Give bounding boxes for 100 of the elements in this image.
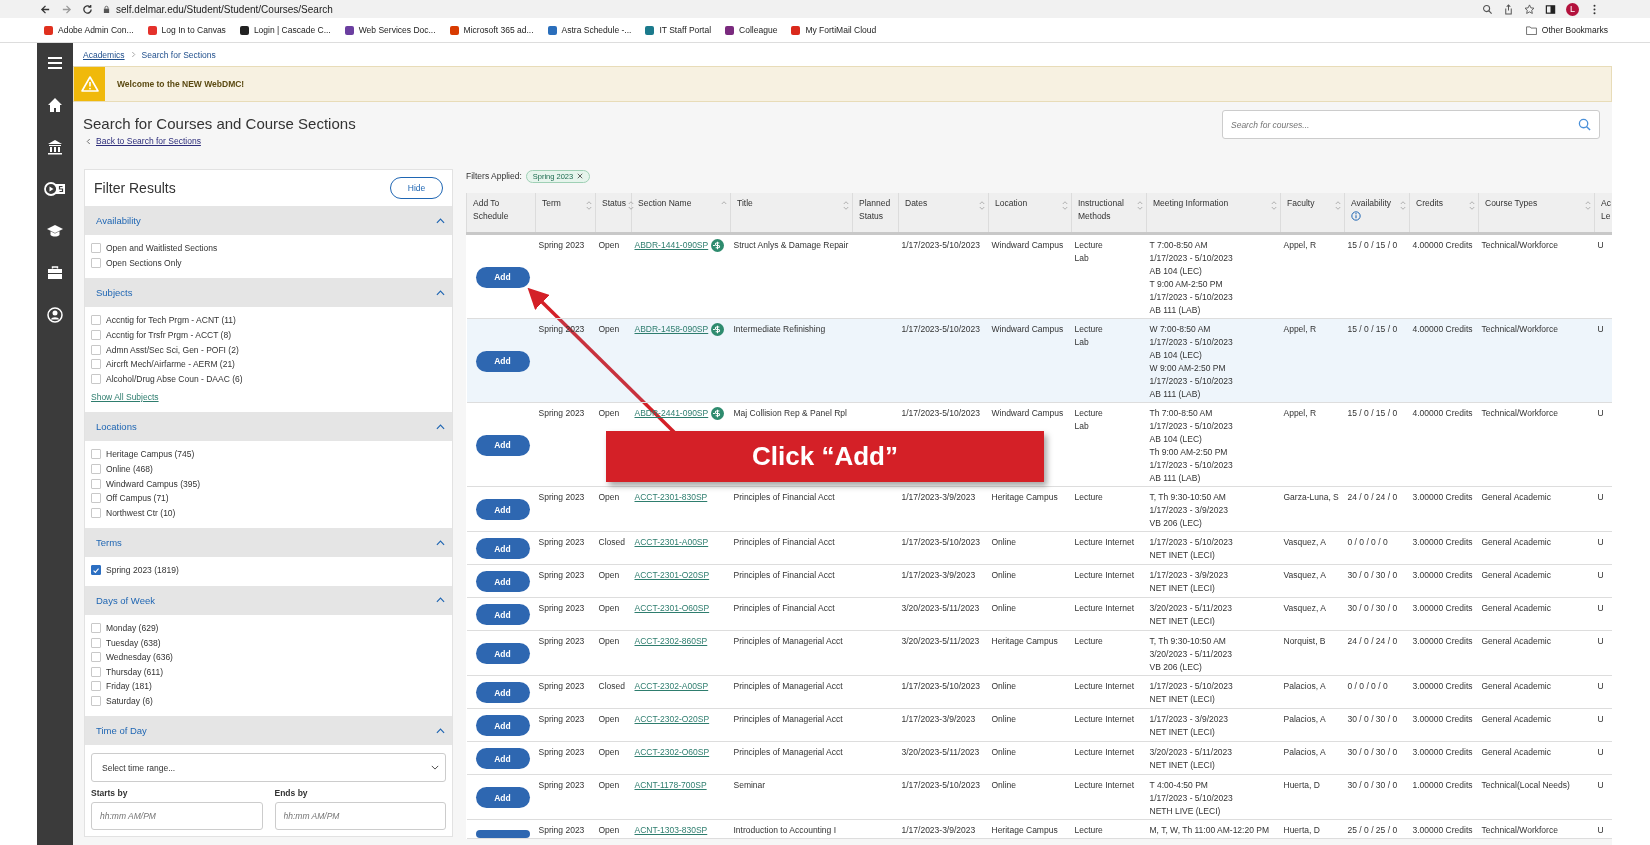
user-icon[interactable] (47, 307, 63, 323)
bookmark-link[interactable]: Colleague (725, 25, 778, 35)
bank-icon[interactable] (47, 139, 63, 155)
checkbox[interactable] (91, 449, 101, 460)
column-header[interactable]: Dates (898, 193, 989, 234)
checkbox[interactable] (91, 464, 101, 475)
column-header[interactable]: Faculty (1280, 193, 1345, 234)
add-button[interactable]: Add (475, 538, 530, 559)
checkbox[interactable] (91, 565, 101, 576)
checkbox[interactable] (91, 373, 101, 384)
section-link[interactable]: ACCT-2302-O60SP (634, 746, 710, 759)
sort-icon[interactable] (979, 200, 985, 211)
section-link[interactable]: ACCT-2301-A00SP (634, 536, 709, 549)
checkbox[interactable] (91, 666, 101, 677)
checkbox[interactable] (91, 696, 101, 706)
graduation-cap-icon[interactable] (47, 223, 63, 239)
add-button[interactable]: Add (475, 643, 530, 664)
section-link[interactable]: ACCT-2302-O20SP (634, 713, 710, 726)
checkbox[interactable] (91, 243, 101, 254)
bookmark-link[interactable]: Login | Cascade C... (239, 25, 331, 35)
column-header[interactable]: Title (730, 193, 853, 234)
sort-icon[interactable] (1271, 200, 1277, 211)
column-header[interactable]: Instructional Methods (1071, 193, 1147, 234)
checkbox[interactable] (91, 359, 101, 370)
filter-section-header[interactable]: Terms (85, 528, 452, 558)
show-all-link[interactable]: Show All Subjects (91, 392, 159, 403)
bookmark-link[interactable]: Astra Schedule -... (547, 25, 632, 35)
input-field[interactable]: hh:mm AM/PM (274, 802, 446, 831)
add-button[interactable]: Add (475, 604, 530, 625)
section-link[interactable]: ACNT-1178-700SP (634, 779, 707, 792)
sort-icon[interactable] (1137, 200, 1143, 211)
sidebar-icon[interactable] (1545, 3, 1556, 15)
reload-icon[interactable] (82, 3, 93, 15)
filter-section-header[interactable]: Time of Day (85, 716, 452, 746)
checkbox[interactable] (91, 315, 101, 326)
bookmark-link[interactable]: Log In to Canvas (147, 25, 226, 35)
briefcase-icon[interactable] (47, 265, 63, 281)
section-link[interactable]: ACCT-2301-O60SP (634, 602, 710, 615)
bookmark-link[interactable]: IT Staff Portal (645, 25, 712, 35)
checkbox[interactable] (91, 478, 101, 489)
sort-icon[interactable] (1335, 200, 1341, 211)
sort-icon[interactable] (586, 200, 592, 211)
star-icon[interactable] (1524, 3, 1535, 15)
add-button[interactable]: Add (475, 499, 530, 520)
add-button[interactable]: Add (475, 682, 530, 703)
section-link[interactable]: ACCT-2301-O20SP (634, 569, 710, 582)
filter-section-header[interactable]: Availability (85, 206, 452, 235)
section-link[interactable]: ABDR-1441-090SP (634, 239, 709, 252)
checkbox[interactable] (91, 637, 101, 648)
checkbox[interactable] (91, 681, 101, 692)
checkbox[interactable] (91, 344, 101, 355)
add-button[interactable]: Add (475, 748, 530, 769)
sort-icon[interactable] (1469, 200, 1475, 211)
filter-section-header[interactable]: Days of Week (85, 585, 452, 615)
profile-avatar[interactable]: L (1566, 2, 1579, 16)
money-icon[interactable] (44, 181, 66, 197)
column-header[interactable]: Term (535, 193, 596, 234)
address-bar[interactable]: self.delmar.edu/Student/Student/Courses/Search (103, 1, 1472, 17)
add-button[interactable]: Add (475, 350, 530, 372)
section-link[interactable]: ACCT-2302-A00SP (634, 680, 709, 693)
bookmark-link[interactable]: Microsoft 365 ad... (449, 25, 534, 35)
share-icon[interactable] (1503, 3, 1514, 15)
breadcrumb-link[interactable]: Academics (83, 49, 125, 60)
filter-section-header[interactable]: Locations (85, 412, 452, 442)
checkbox[interactable] (91, 257, 101, 268)
search-icon[interactable] (1578, 118, 1591, 131)
checkbox[interactable] (91, 493, 101, 504)
sort-icon[interactable] (1062, 200, 1068, 211)
input-field[interactable]: hh:mm AM/PM (91, 802, 263, 831)
checkbox[interactable] (91, 330, 101, 341)
section-link[interactable]: ABDR-1458-090SP (634, 323, 709, 336)
time-range-dropdown[interactable]: Select time range... (91, 753, 446, 783)
menu-icon[interactable] (47, 55, 63, 71)
sort-icon[interactable] (1400, 200, 1406, 211)
back-link[interactable]: Back to Search for Sections (96, 136, 201, 146)
column-header[interactable]: Course Types (1478, 193, 1595, 234)
add-button[interactable]: Add (475, 434, 530, 456)
sort-icon[interactable] (628, 200, 635, 211)
sort-icon[interactable] (1585, 200, 1591, 211)
column-header[interactable]: Credits (1409, 193, 1479, 234)
other-bookmarks-link[interactable]: Other Bookmarks (1525, 25, 1608, 35)
column-header[interactable]: Availability (1344, 193, 1410, 234)
column-header[interactable]: Status (595, 193, 632, 234)
checkbox[interactable] (91, 623, 101, 633)
filter-section-header[interactable]: Subjects (85, 278, 452, 308)
column-header[interactable]: Meeting Information (1146, 193, 1281, 234)
section-link[interactable]: ACCT-2301-830SP (634, 491, 708, 504)
zoom-icon[interactable] (1482, 3, 1493, 15)
checkbox[interactable] (91, 507, 101, 518)
sort-icon[interactable] (843, 200, 849, 211)
add-button[interactable]: Add (475, 787, 530, 808)
home-icon[interactable] (47, 97, 63, 113)
add-button[interactable] (475, 830, 530, 838)
hide-button[interactable]: Hide (390, 177, 443, 199)
close-icon[interactable] (577, 173, 584, 179)
bookmark-link[interactable]: Web Services Doc... (344, 25, 436, 35)
column-header[interactable]: Location (988, 193, 1072, 234)
section-link[interactable]: ACCT-2302-860SP (634, 635, 708, 648)
bookmark-link[interactable]: My FortiMail Cloud (791, 25, 877, 35)
back-icon[interactable] (40, 3, 51, 15)
